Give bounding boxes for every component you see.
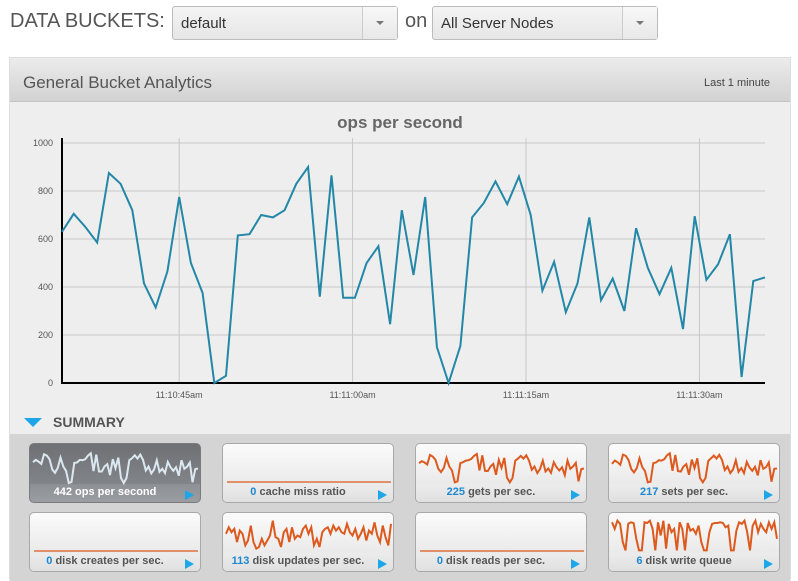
summary-tile-sets-per-sec[interactable]: 217 sets per sec. [608,443,780,503]
on-label: on [405,10,428,32]
sparkline [611,517,778,552]
chevron-down-icon [376,21,384,25]
y-tick-label: 800 [38,186,53,196]
y-tick-label: 1000 [33,138,53,148]
sparkline-series [32,451,199,486]
sparkline-series [611,451,778,485]
top-bar: DATA BUCKETS: default on All Server Node… [0,0,798,50]
tile-caption: 225 gets per sec. [416,486,566,498]
tile-label: sets per sec. [658,486,729,498]
server-nodes-select[interactable]: All Server Nodes [432,6,658,40]
tile-label: disk reads per sec. [443,555,546,567]
sparkline-series [418,452,585,485]
sparkline [34,550,198,552]
server-nodes-select-value: All Server Nodes [441,15,554,32]
x-tick-label: 11:11:15am [503,390,549,400]
tile-caption: 113 disk updates per sec. [223,555,373,567]
chevron-down-icon [636,21,644,25]
sparkline-series [225,520,392,551]
play-arrow-icon[interactable] [185,559,194,569]
play-arrow-icon[interactable] [571,490,580,500]
sparkline [225,520,392,551]
y-tick-label: 0 [48,378,53,388]
sparkline [611,451,778,485]
play-arrow-icon[interactable] [378,559,387,569]
x-tick-label: 11:11:30am [676,390,722,400]
triangle-down-icon [24,418,42,427]
sparkline [418,452,585,485]
summary-tile-gets-per-sec[interactable]: 225 gets per sec. [415,443,587,503]
tile-label: ops per second [72,486,157,498]
tile-label: cache miss ratio [256,486,346,498]
bucket-select[interactable]: default [172,6,398,40]
summary-tile-disk-creates-per-sec[interactable]: 0 disk creates per sec. [29,512,201,572]
tile-value: 113 [231,555,250,567]
tile-label: disk write queue [642,555,732,567]
y-tick-label: 400 [38,282,53,292]
y-tick-label: 600 [38,234,53,244]
tile-label: disk updates per sec. [249,555,365,567]
sparkline [420,550,584,552]
summary-tile-disk-updates-per-sec[interactable]: 113 disk updates per sec. [222,512,394,572]
play-arrow-icon[interactable] [378,490,387,500]
server-nodes-dropdown-button[interactable] [622,7,657,39]
bucket-select-dropdown-button[interactable] [362,7,397,39]
summary-tile-ops-per-second[interactable]: 442 ops per second [29,443,201,503]
tile-value: 225 [446,486,466,498]
x-tick-label: 11:10:45am [156,390,203,400]
sparkline [32,451,199,486]
summary-tile-disk-reads-per-sec[interactable]: 0 disk reads per sec. [415,512,587,572]
tile-caption: 0 disk creates per sec. [30,555,180,567]
tile-caption: 0 cache miss ratio [223,486,373,498]
tile-value: 217 [639,486,659,498]
y-tick-label: 200 [38,330,53,340]
tile-label: disk creates per sec. [52,555,164,567]
play-arrow-icon[interactable] [571,559,580,569]
bucket-select-value: default [181,15,227,32]
summary-tile-cache-miss-ratio[interactable]: 0 cache miss ratio [222,443,394,503]
tile-value: 442 [53,486,72,498]
tile-label: gets per sec. [465,486,536,498]
play-arrow-icon[interactable] [764,559,773,569]
tile-caption: 217 sets per sec. [609,486,759,498]
ops-chart: 0 200 400 600 800 1000 11:10:45am 11:11:00am 11:… [33,138,766,400]
x-tick-label: 11:11:00am [329,390,375,400]
tile-caption: 442 ops per second [30,486,180,498]
bucket-analytics-panel: General Bucket Analytics Last 1 minute o… [9,57,791,581]
summary-tile-disk-write-queue[interactable]: 6 disk write queue [608,512,780,572]
summary-area: 442 ops per second 0 cache miss ratio 225 … [10,434,790,581]
tile-caption: 0 disk reads per sec. [416,555,566,567]
play-arrow-icon[interactable] [185,490,194,500]
summary-label: SUMMARY [53,414,125,430]
sparkline [227,481,391,483]
data-buckets-label: DATA BUCKETS: [10,10,165,32]
tile-caption: 6 disk write queue [609,555,759,567]
play-arrow-icon[interactable] [764,490,773,500]
series-line-ops-per-second [61,164,766,387]
sparkline-series [611,517,778,552]
